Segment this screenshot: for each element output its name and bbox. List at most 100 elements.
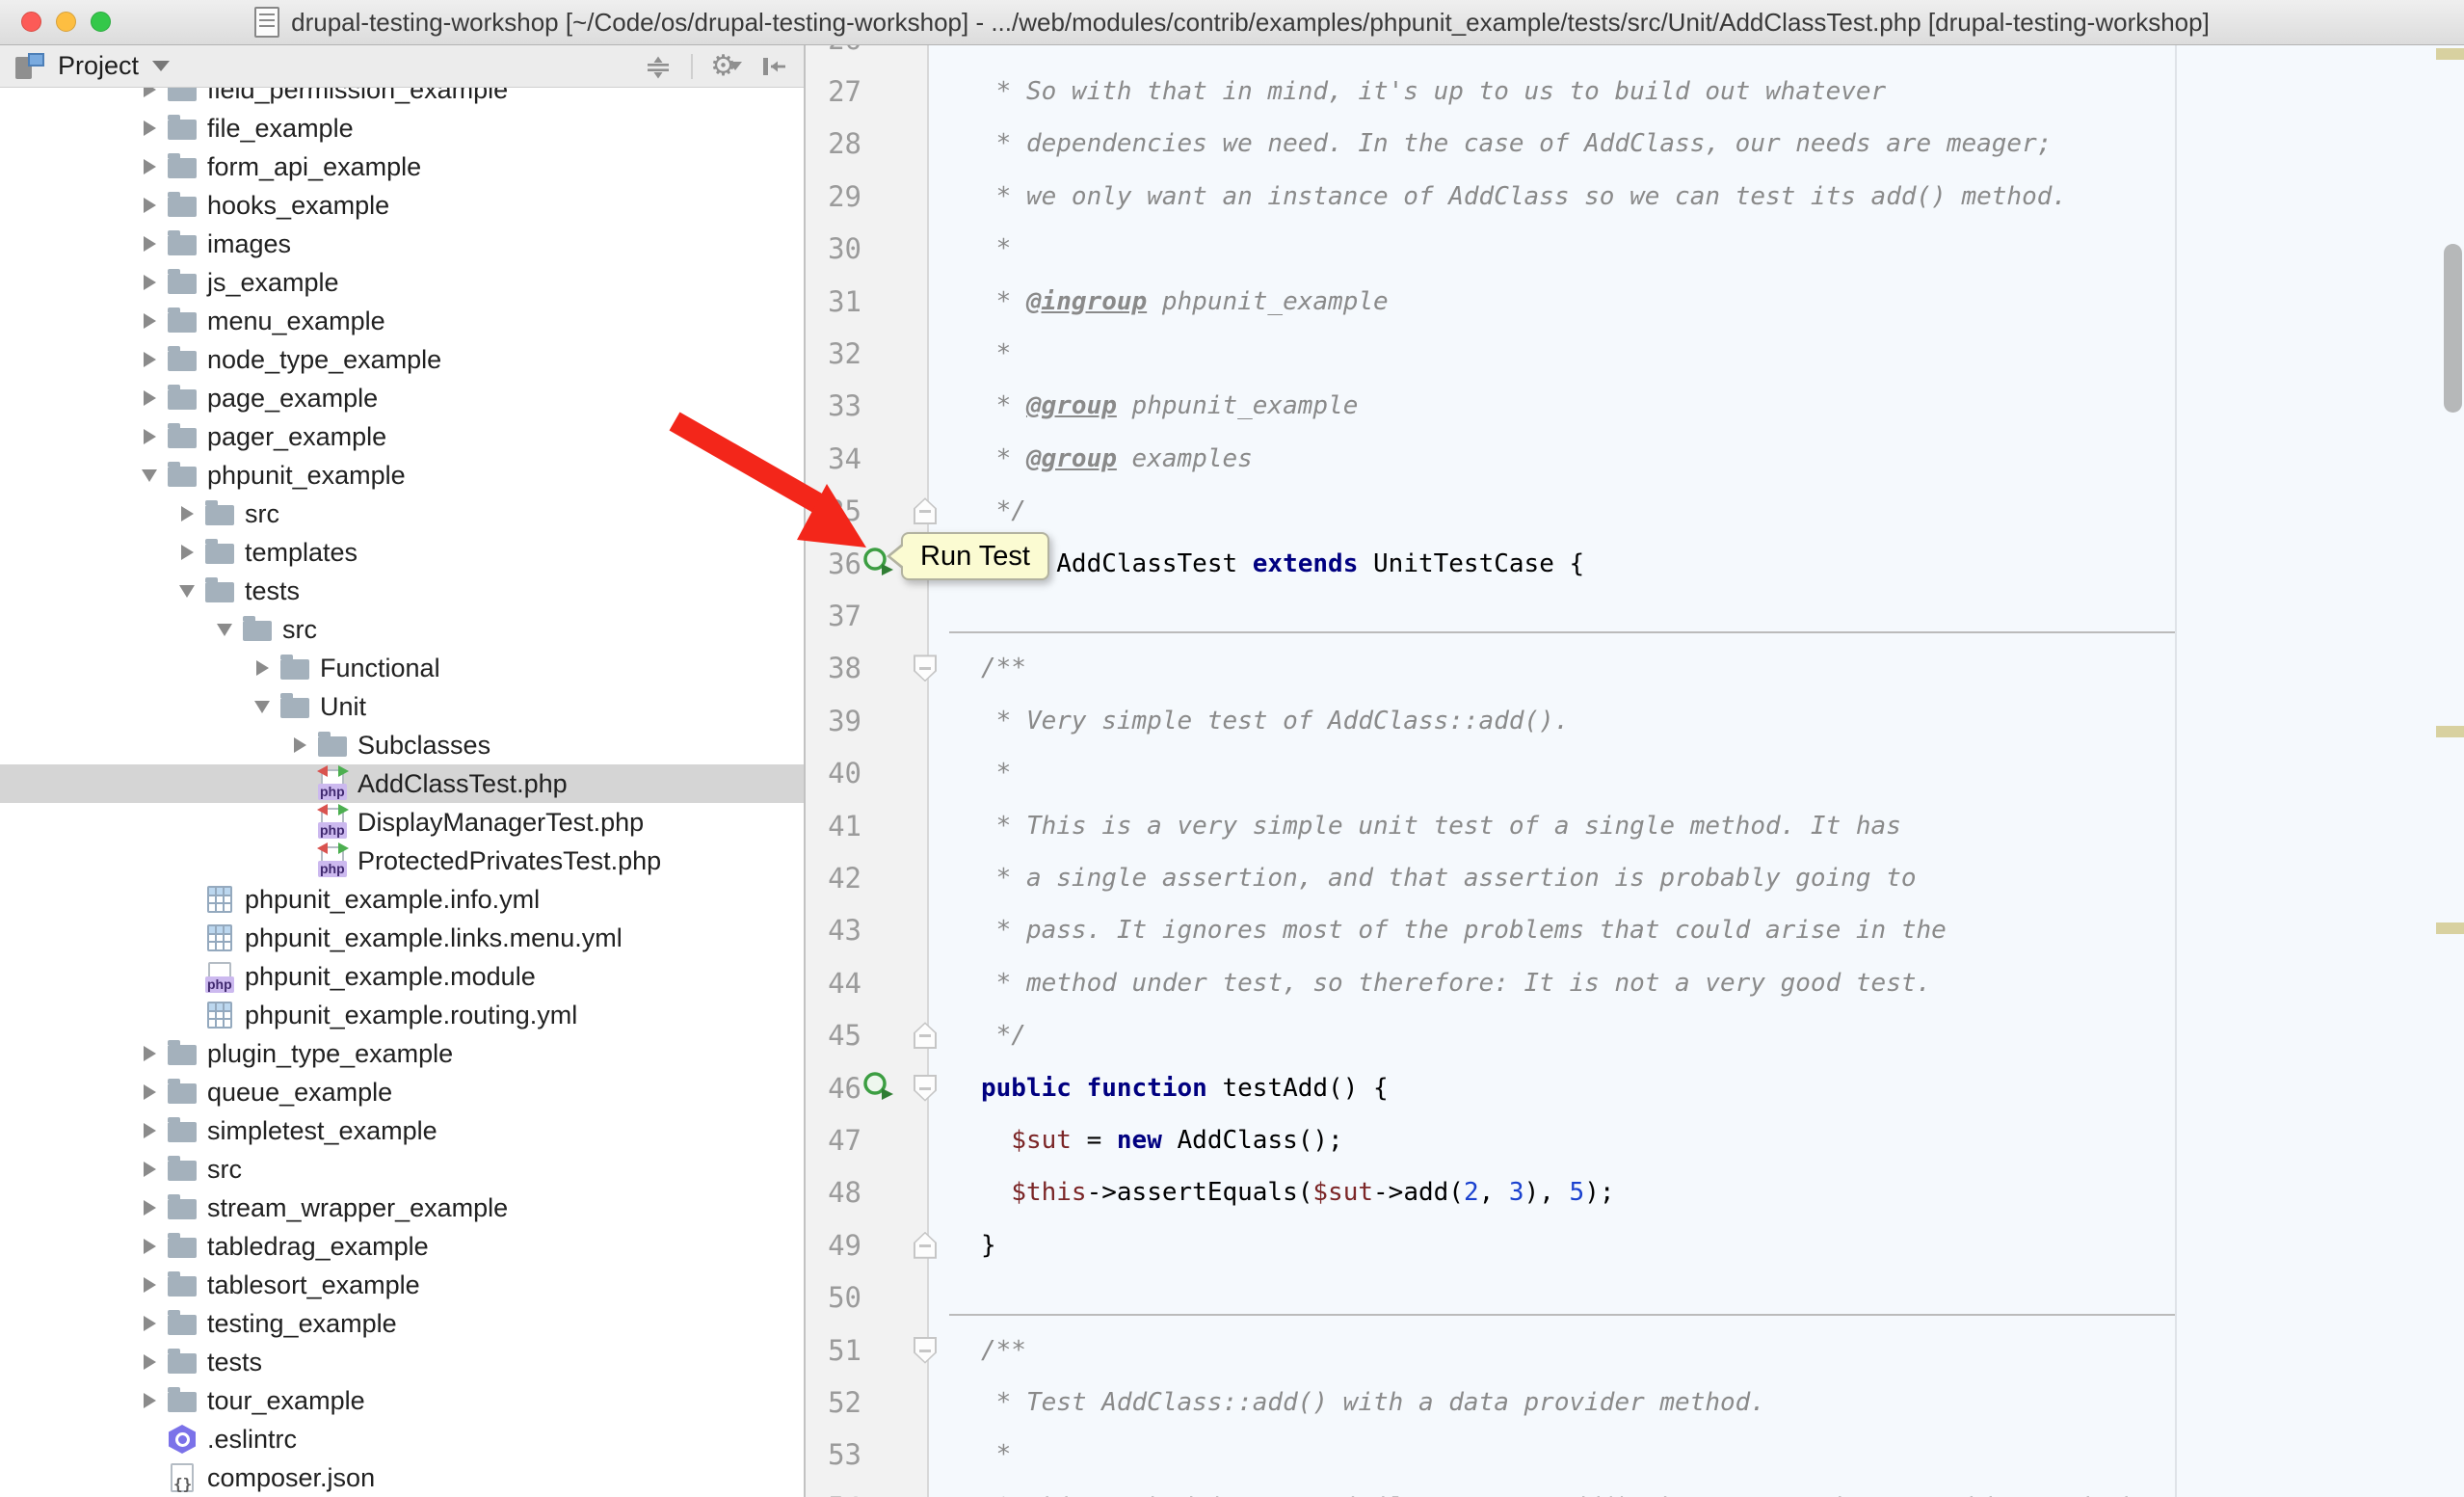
- tree-item-phpunit_example.routing.yml[interactable]: phpunit_example.routing.yml: [0, 996, 804, 1034]
- code-line-33[interactable]: * @group phpunit_example: [981, 380, 1358, 432]
- tree-item-ProtectedPrivatesTest.php[interactable]: phpProtectedPrivatesTest.php: [0, 842, 804, 880]
- tree-item-field_permission_example[interactable]: field_permission_example: [0, 88, 804, 109]
- tree-item-.eslintrc[interactable]: .eslintrc: [0, 1420, 804, 1458]
- project-panel-title[interactable]: Project: [58, 51, 139, 81]
- code-line-34[interactable]: * @group examples: [981, 433, 1253, 485]
- chevron-collapsed-icon[interactable]: [135, 236, 164, 252]
- chevron-collapsed-icon[interactable]: [135, 1162, 164, 1177]
- tree-item-phpunit_example.links.menu.yml[interactable]: phpunit_example.links.menu.yml: [0, 919, 804, 957]
- chevron-expanded-icon[interactable]: [172, 585, 201, 598]
- chevron-collapsed-icon[interactable]: [135, 390, 164, 406]
- chevron-collapsed-icon[interactable]: [135, 429, 164, 444]
- chevron-expanded-icon[interactable]: [210, 624, 239, 636]
- code-line-47[interactable]: $sut = new AddClass();: [981, 1114, 1343, 1166]
- code-line-46[interactable]: public function testAdd() {: [981, 1062, 1389, 1114]
- tree-item-testing_example[interactable]: testing_example: [0, 1304, 804, 1343]
- tree-item-composer.json[interactable]: {}composer.json: [0, 1458, 804, 1497]
- tree-item-src[interactable]: src: [0, 610, 804, 649]
- chevron-collapsed-icon[interactable]: [135, 1277, 164, 1293]
- chevron-collapsed-icon[interactable]: [135, 352, 164, 367]
- error-stripe-mark[interactable]: [2436, 48, 2464, 60]
- chevron-collapsed-icon[interactable]: [135, 1354, 164, 1370]
- chevron-collapsed-icon[interactable]: [135, 1046, 164, 1061]
- tree-item-simpletest_example[interactable]: simpletest_example: [0, 1111, 804, 1150]
- chevron-collapsed-icon[interactable]: [135, 88, 164, 97]
- tree-item-tabledrag_example[interactable]: tabledrag_example: [0, 1227, 804, 1266]
- tree-item-src[interactable]: src: [0, 495, 804, 533]
- chevron-collapsed-icon[interactable]: [135, 1200, 164, 1216]
- tree-item-pager_example[interactable]: pager_example: [0, 417, 804, 456]
- code-line-48[interactable]: $this->assertEquals($sut->add(2, 3), 5);: [981, 1166, 1615, 1218]
- chevron-collapsed-icon[interactable]: [135, 1239, 164, 1254]
- code-line-29[interactable]: * we only want an instance of AddClass s…: [981, 171, 2067, 223]
- chevron-collapsed-icon[interactable]: [135, 1393, 164, 1408]
- tree-item-node_type_example[interactable]: node_type_example: [0, 340, 804, 379]
- code-line-36[interactable]: AddClassTest extends UnitTestCase {: [981, 538, 1584, 590]
- chevron-collapsed-icon[interactable]: [135, 1084, 164, 1100]
- chevron-collapsed-icon[interactable]: [172, 545, 201, 560]
- chevron-collapsed-icon[interactable]: [135, 198, 164, 213]
- code-line-44[interactable]: * method under test, so therefore: It is…: [981, 957, 1931, 1009]
- tree-item-tests[interactable]: tests: [0, 1343, 804, 1381]
- tree-item-Subclasses[interactable]: Subclasses: [0, 726, 804, 764]
- code-line-51[interactable]: /**: [981, 1324, 1026, 1377]
- tree-item-images[interactable]: images: [0, 225, 804, 263]
- fold-region-start-icon[interactable]: [914, 1337, 937, 1364]
- code-line-32[interactable]: *: [981, 328, 1011, 380]
- code-line-49[interactable]: }: [981, 1219, 996, 1271]
- tree-item-templates[interactable]: templates: [0, 533, 804, 572]
- tree-item-phpunit_example[interactable]: phpunit_example: [0, 456, 804, 495]
- code-line-35[interactable]: */: [981, 485, 1026, 537]
- tree-item-phpunit_example.info.yml[interactable]: phpunit_example.info.yml: [0, 880, 804, 919]
- tree-item-Functional[interactable]: Functional: [0, 649, 804, 687]
- fold-region-end-icon[interactable]: [914, 1022, 937, 1049]
- code-line-40[interactable]: *: [981, 747, 1011, 799]
- chevron-collapsed-icon[interactable]: [135, 120, 164, 136]
- tree-item-page_example[interactable]: page_example: [0, 379, 804, 417]
- code-line-28[interactable]: * dependencies we need. In the case of A…: [981, 118, 2052, 170]
- tree-item-stream_wrapper_example[interactable]: stream_wrapper_example: [0, 1189, 804, 1227]
- chevron-collapsed-icon[interactable]: [135, 275, 164, 290]
- chevron-collapsed-icon[interactable]: [248, 660, 277, 676]
- code-line-43[interactable]: * pass. It ignores most of the problems …: [981, 904, 1947, 956]
- tree-item-plugin_type_example[interactable]: plugin_type_example: [0, 1034, 804, 1073]
- tree-item-tablesort_example[interactable]: tablesort_example: [0, 1266, 804, 1304]
- code-line-27[interactable]: * So with that in mind, it's up to us to…: [981, 66, 1886, 118]
- tree-item-phpunit_example.module[interactable]: phpphpunit_example.module: [0, 957, 804, 996]
- tree-item-tour_example[interactable]: tour_example: [0, 1381, 804, 1420]
- code-line-30[interactable]: *: [981, 223, 1011, 275]
- error-stripe-mark[interactable]: [2436, 922, 2464, 934]
- chevron-expanded-icon[interactable]: [248, 701, 277, 713]
- run-test-tooltip[interactable]: Run Test: [901, 532, 1049, 580]
- chevron-collapsed-icon[interactable]: [135, 1123, 164, 1138]
- code-line-52[interactable]: * Test AddClass::add() with a data provi…: [981, 1377, 1765, 1429]
- tree-item-hooks_example[interactable]: hooks_example: [0, 186, 804, 225]
- chevron-collapsed-icon[interactable]: [135, 1316, 164, 1331]
- hide-panel-icon[interactable]: [759, 51, 788, 82]
- code-line-38[interactable]: /**: [981, 642, 1026, 694]
- chevron-collapsed-icon[interactable]: [172, 506, 201, 521]
- code-editor[interactable]: 2627 * So with that in mind, it's up to …: [806, 45, 2464, 1497]
- fold-region-start-icon[interactable]: [914, 655, 937, 682]
- tree-item-menu_example[interactable]: menu_example: [0, 302, 804, 340]
- chevron-collapsed-icon[interactable]: [135, 159, 164, 174]
- tree-item-queue_example[interactable]: queue_example: [0, 1073, 804, 1111]
- chevron-collapsed-icon[interactable]: [135, 313, 164, 329]
- fold-region-end-icon[interactable]: [914, 497, 937, 524]
- error-stripe-mark[interactable]: [2436, 726, 2464, 737]
- code-line-39[interactable]: * Very simple test of AddClass::add().: [981, 695, 1569, 747]
- code-line-45[interactable]: */: [981, 1009, 1026, 1061]
- chevron-expanded-icon[interactable]: [135, 469, 164, 482]
- tree-item-AddClassTest.php[interactable]: phpAddClassTest.php: [0, 764, 804, 803]
- run-test-gutter-icon[interactable]: [861, 1070, 896, 1105]
- code-line-42[interactable]: * a single assertion, and that assertion…: [981, 852, 1917, 904]
- tree-item-js_example[interactable]: js_example: [0, 263, 804, 302]
- settings-gear-button[interactable]: ⚙: [710, 52, 742, 81]
- tree-item-tests[interactable]: tests: [0, 572, 804, 610]
- tree-item-src[interactable]: src: [0, 1150, 804, 1189]
- tree-item-Unit[interactable]: Unit: [0, 687, 804, 726]
- code-line-41[interactable]: * This is a very simple unit test of a s…: [981, 800, 1901, 852]
- fold-region-start-icon[interactable]: [914, 1075, 937, 1102]
- tree-item-form_api_example[interactable]: form_api_example: [0, 147, 804, 186]
- tree-item-file_example[interactable]: file_example: [0, 109, 804, 147]
